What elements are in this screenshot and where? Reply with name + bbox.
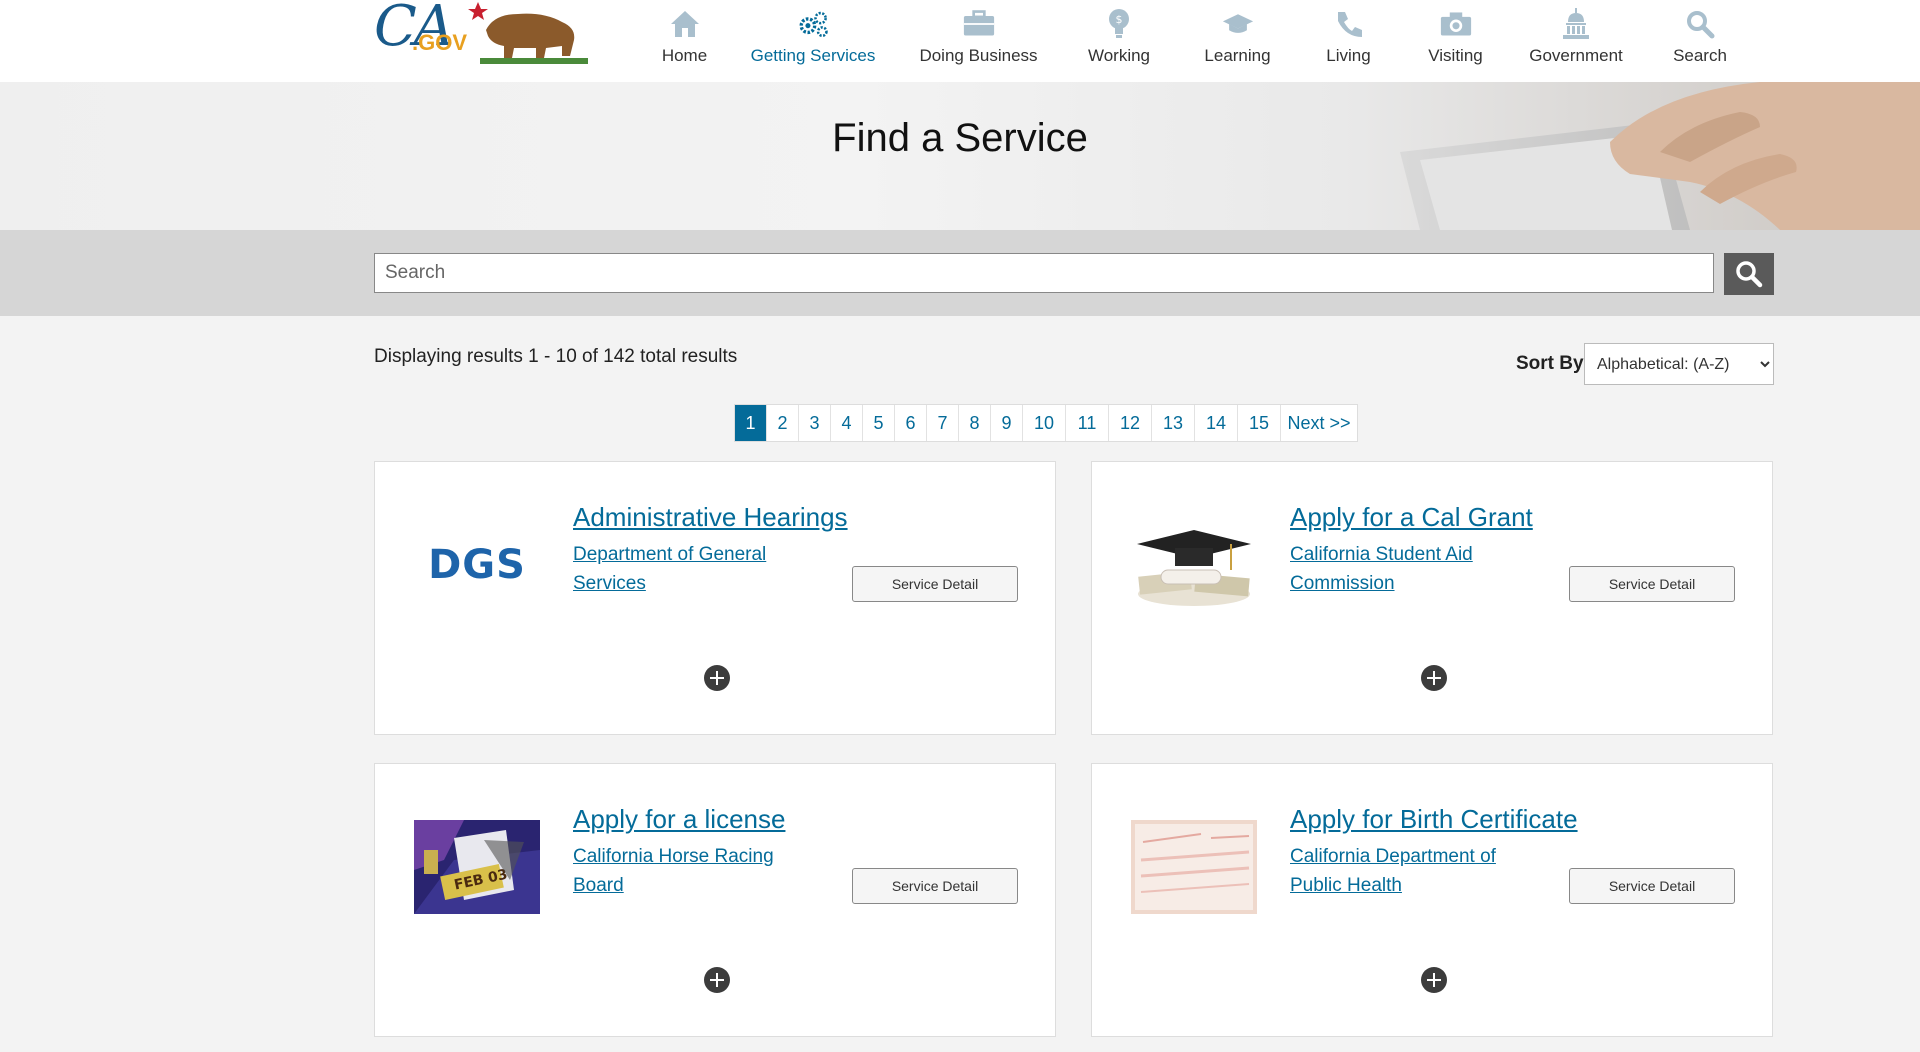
logo-gov-text: .GOV	[412, 30, 468, 55]
birth-certificate-photo	[1131, 820, 1257, 914]
gears-icon	[797, 8, 829, 40]
graduation-cap-icon	[1222, 8, 1254, 40]
nav-item-working[interactable]: $ Working	[1060, 0, 1178, 66]
service-title-link[interactable]: Apply for Birth Certificate	[1290, 804, 1578, 835]
license-badge-photo: FEB 03	[414, 820, 540, 914]
nav-label-learning: Learning	[1204, 46, 1271, 65]
page-link-5[interactable]: 5	[863, 405, 895, 441]
nav-item-living[interactable]: Living	[1297, 0, 1400, 66]
page-link-9[interactable]: 9	[991, 405, 1023, 441]
search-band	[0, 230, 1920, 316]
page-link-11[interactable]: 11	[1066, 405, 1109, 441]
nav-item-doing-business[interactable]: Doing Business	[897, 0, 1060, 66]
nav-label-getting-services: Getting Services	[750, 46, 876, 65]
nav-item-search[interactable]: Search	[1641, 0, 1759, 66]
sort-label: Sort By:	[1516, 353, 1590, 374]
nav-item-government[interactable]: Government	[1511, 0, 1641, 66]
nav-label-working: Working	[1087, 46, 1151, 65]
service-card: FEB 03 Apply for a license California Ho…	[374, 763, 1056, 1037]
service-title-link[interactable]: Apply for a Cal Grant	[1290, 502, 1533, 533]
page-title: Find a Service	[832, 116, 1088, 160]
search-icon	[1684, 8, 1716, 40]
search-icon	[1736, 261, 1763, 288]
camera-icon	[1440, 8, 1472, 40]
page-link-8[interactable]: 8	[959, 405, 991, 441]
service-agency-link[interactable]: Department of General Services	[573, 540, 803, 598]
page-link-12[interactable]: 12	[1109, 405, 1152, 441]
service-detail-button[interactable]: Service Detail	[1569, 566, 1735, 602]
expand-plus-icon[interactable]	[1421, 967, 1447, 993]
service-title-link[interactable]: Apply for a license	[573, 804, 785, 835]
service-title-link[interactable]: Administrative Hearings	[573, 502, 848, 533]
svg-text:$: $	[1116, 13, 1123, 26]
page-link-10[interactable]: 10	[1023, 405, 1066, 441]
nav-item-getting-services[interactable]: Getting Services	[729, 0, 897, 66]
phone-icon	[1333, 8, 1365, 40]
results-summary: Displaying results 1 - 10 of 142 total r…	[374, 346, 738, 367]
service-agency-link[interactable]: California Horse Racing Board	[573, 842, 803, 900]
service-detail-button[interactable]: Service Detail	[852, 566, 1018, 602]
nav-item-learning[interactable]: Learning	[1178, 0, 1297, 66]
service-agency-link[interactable]: California Department of Public Health	[1290, 842, 1520, 900]
nav-item-home[interactable]: Home	[640, 0, 729, 66]
service-card: Apply for Birth Certificate California D…	[1091, 763, 1773, 1037]
site-header: CA .GOV Home Getting Services Doing Busi…	[0, 0, 1920, 83]
capitol-icon	[1560, 8, 1592, 40]
bear-flag-icon	[468, 2, 588, 64]
search-button[interactable]	[1724, 253, 1774, 295]
page-link-15[interactable]: 15	[1238, 405, 1281, 441]
page-link-13[interactable]: 13	[1152, 405, 1195, 441]
nav-label-search: Search	[1673, 46, 1727, 65]
dgs-logo-text: DGS	[428, 542, 526, 588]
dgs-logo: DGS	[414, 518, 540, 612]
service-card: DGS Administrative Hearings Department o…	[374, 461, 1056, 735]
page-link-3[interactable]: 3	[799, 405, 831, 441]
nav-label-living: Living	[1326, 46, 1371, 65]
briefcase-icon	[963, 8, 995, 40]
nav-label-doing-business: Doing Business	[919, 46, 1038, 65]
page-link-1[interactable]: 1	[735, 405, 767, 441]
nav-item-visiting[interactable]: Visiting	[1400, 0, 1511, 66]
search-input[interactable]	[374, 253, 1714, 293]
main-nav: Home Getting Services Doing Business $ W…	[640, 0, 1759, 82]
service-detail-button[interactable]: Service Detail	[852, 868, 1018, 904]
service-detail-button[interactable]: Service Detail	[1569, 868, 1735, 904]
nav-label-home: Home	[661, 46, 708, 65]
sort-select[interactable]: Alphabetical: (A-Z)	[1584, 343, 1774, 385]
graduation-cap-money-photo	[1131, 518, 1257, 612]
home-icon	[669, 8, 701, 40]
page-link-6[interactable]: 6	[895, 405, 927, 441]
ca-gov-logo[interactable]: CA .GOV	[374, 0, 588, 66]
service-card: Apply for a Cal Grant California Student…	[1091, 461, 1773, 735]
page-link-4[interactable]: 4	[831, 405, 863, 441]
service-agency-link[interactable]: California Student Aid Commission	[1290, 540, 1520, 598]
nav-label-visiting: Visiting	[1428, 46, 1483, 65]
page-link-2[interactable]: 2	[767, 405, 799, 441]
pagination: 1 2 3 4 5 6 7 8 9 10 11 12 13 14 15 Next…	[734, 404, 1358, 442]
hero-banner: Find a Service	[0, 82, 1920, 230]
expand-plus-icon[interactable]	[1421, 665, 1447, 691]
next-page-link[interactable]: Next >>	[1281, 405, 1357, 441]
page-link-7[interactable]: 7	[927, 405, 959, 441]
nav-label-government: Government	[1529, 46, 1623, 65]
page-link-14[interactable]: 14	[1195, 405, 1238, 441]
expand-plus-icon[interactable]	[704, 967, 730, 993]
expand-plus-icon[interactable]	[704, 665, 730, 691]
lightbulb-icon: $	[1103, 8, 1135, 40]
